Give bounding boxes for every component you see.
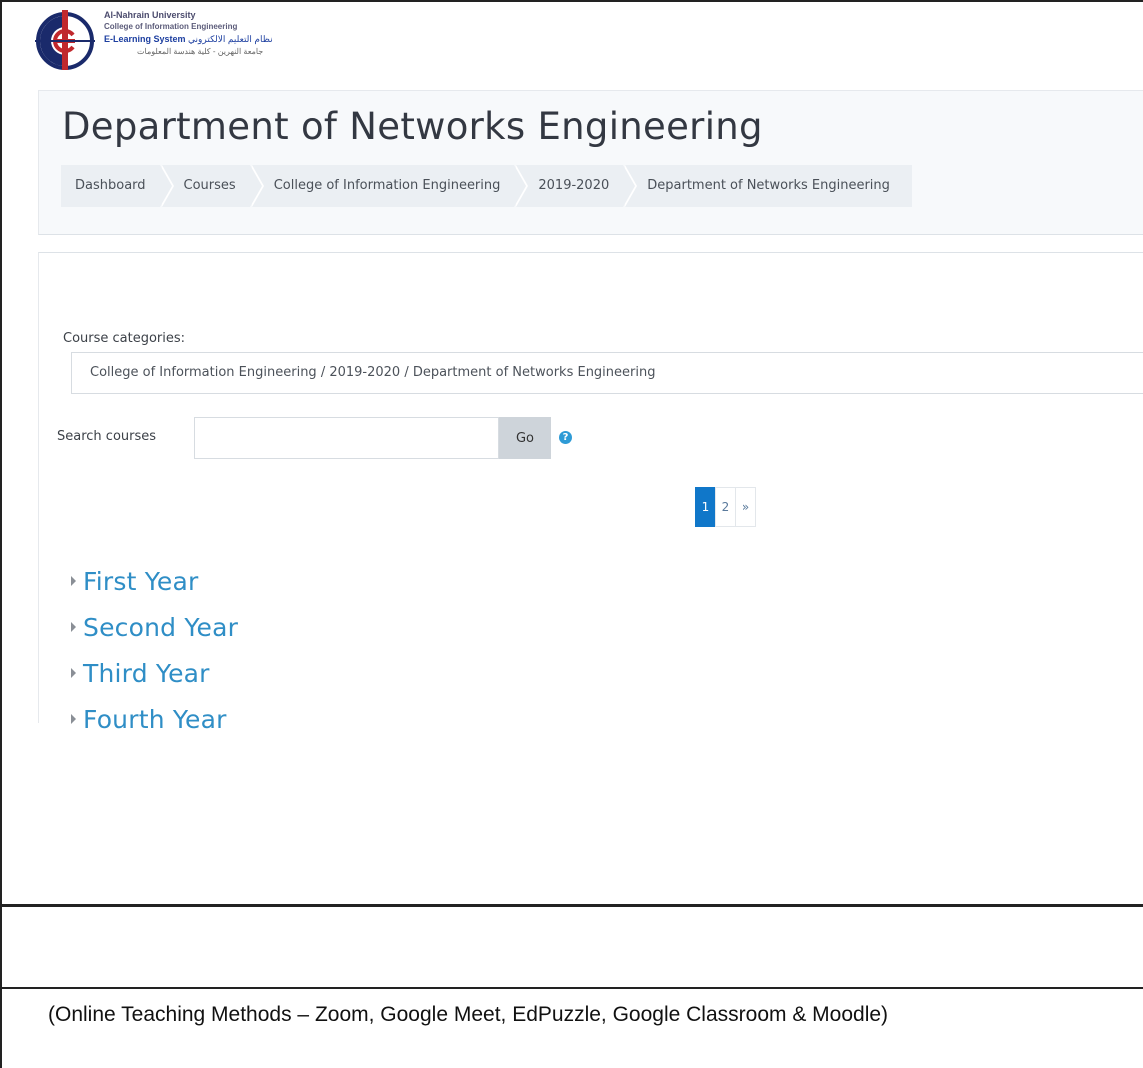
page-title: Department of Networks Engineering (62, 105, 763, 148)
pagination: 1 2 » (695, 487, 756, 527)
search-courses-input[interactable] (194, 417, 499, 459)
expand-arrow-icon[interactable] (71, 576, 76, 586)
search-courses-label: Search courses (57, 429, 157, 444)
category-label[interactable]: Second Year (83, 613, 238, 642)
course-categories-select[interactable]: College of Information Engineering / 201… (71, 352, 1143, 394)
figure-caption: (Online Teaching Methods – Zoom, Google … (48, 1003, 889, 1026)
logo-college-name: College of Information Engineering (104, 22, 238, 31)
breadcrumb-year[interactable]: 2019-2020 (516, 165, 638, 207)
category-label[interactable]: Fourth Year (83, 705, 227, 734)
logo-university-name: Al-Nahrain University (104, 10, 196, 20)
expand-arrow-icon[interactable] (71, 714, 76, 724)
category-first-year[interactable]: First Year (71, 558, 238, 604)
next-page-link[interactable]: » (735, 487, 756, 527)
page-2-link[interactable]: 2 (715, 487, 736, 527)
table-rule (0, 987, 1143, 989)
course-categories-label: Course categories: (63, 331, 186, 346)
breadcrumb-college[interactable]: College of Information Engineering (251, 165, 529, 207)
breadcrumb-courses[interactable]: Courses (161, 165, 264, 207)
university-logo (35, 10, 95, 70)
expand-arrow-icon[interactable] (71, 668, 76, 678)
breadcrumb-department[interactable]: Department of Networks Engineering (625, 165, 912, 207)
category-second-year[interactable]: Second Year (71, 604, 238, 650)
page-header: Department of Networks Engineering Dashb… (38, 90, 1143, 235)
category-fourth-year[interactable]: Fourth Year (71, 696, 238, 742)
logo-system-name: E-Learning System نظام التعليم الالكترون… (104, 32, 273, 46)
logo-arabic-subtitle: جامعة النهرين - كلية هندسة المعلومات (137, 47, 264, 56)
category-list: First Year Second Year Third Year Fourth… (71, 558, 238, 742)
logo-text: Al-Nahrain University College of Informa… (104, 10, 273, 57)
page-1-link[interactable]: 1 (695, 487, 716, 527)
expand-arrow-icon[interactable] (71, 622, 76, 632)
breadcrumb-dashboard[interactable]: Dashboard (61, 165, 173, 207)
category-third-year[interactable]: Third Year (71, 650, 238, 696)
category-label[interactable]: First Year (83, 567, 199, 596)
logo-system-name-ar: نظام التعليم الالكتروني (188, 34, 273, 44)
help-icon[interactable]: ? (559, 431, 572, 444)
main-content: Course categories: College of Informatio… (38, 252, 1143, 734)
breadcrumb: Dashboard Courses College of Information… (61, 165, 914, 207)
table-rule (0, 904, 1143, 907)
category-label[interactable]: Third Year (83, 659, 210, 688)
logo-system-name-en: E-Learning System (104, 34, 186, 44)
go-button[interactable]: Go (499, 417, 551, 459)
